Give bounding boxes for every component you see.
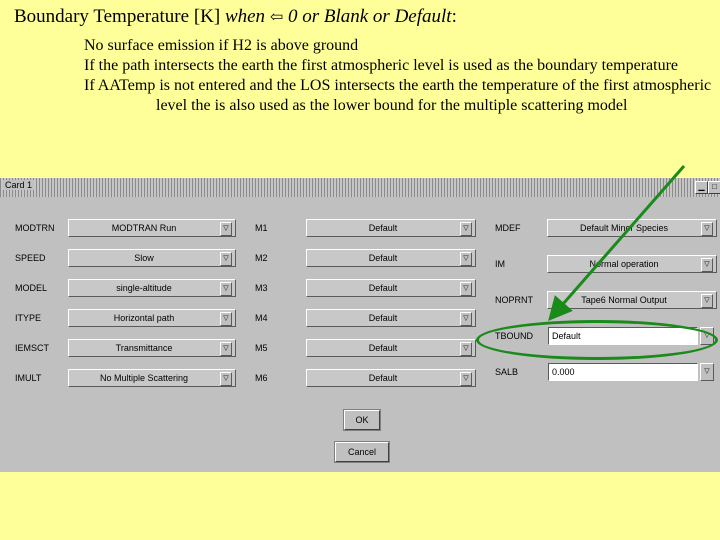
annotation-arrow <box>548 165 686 322</box>
arrow-icon <box>548 165 686 322</box>
